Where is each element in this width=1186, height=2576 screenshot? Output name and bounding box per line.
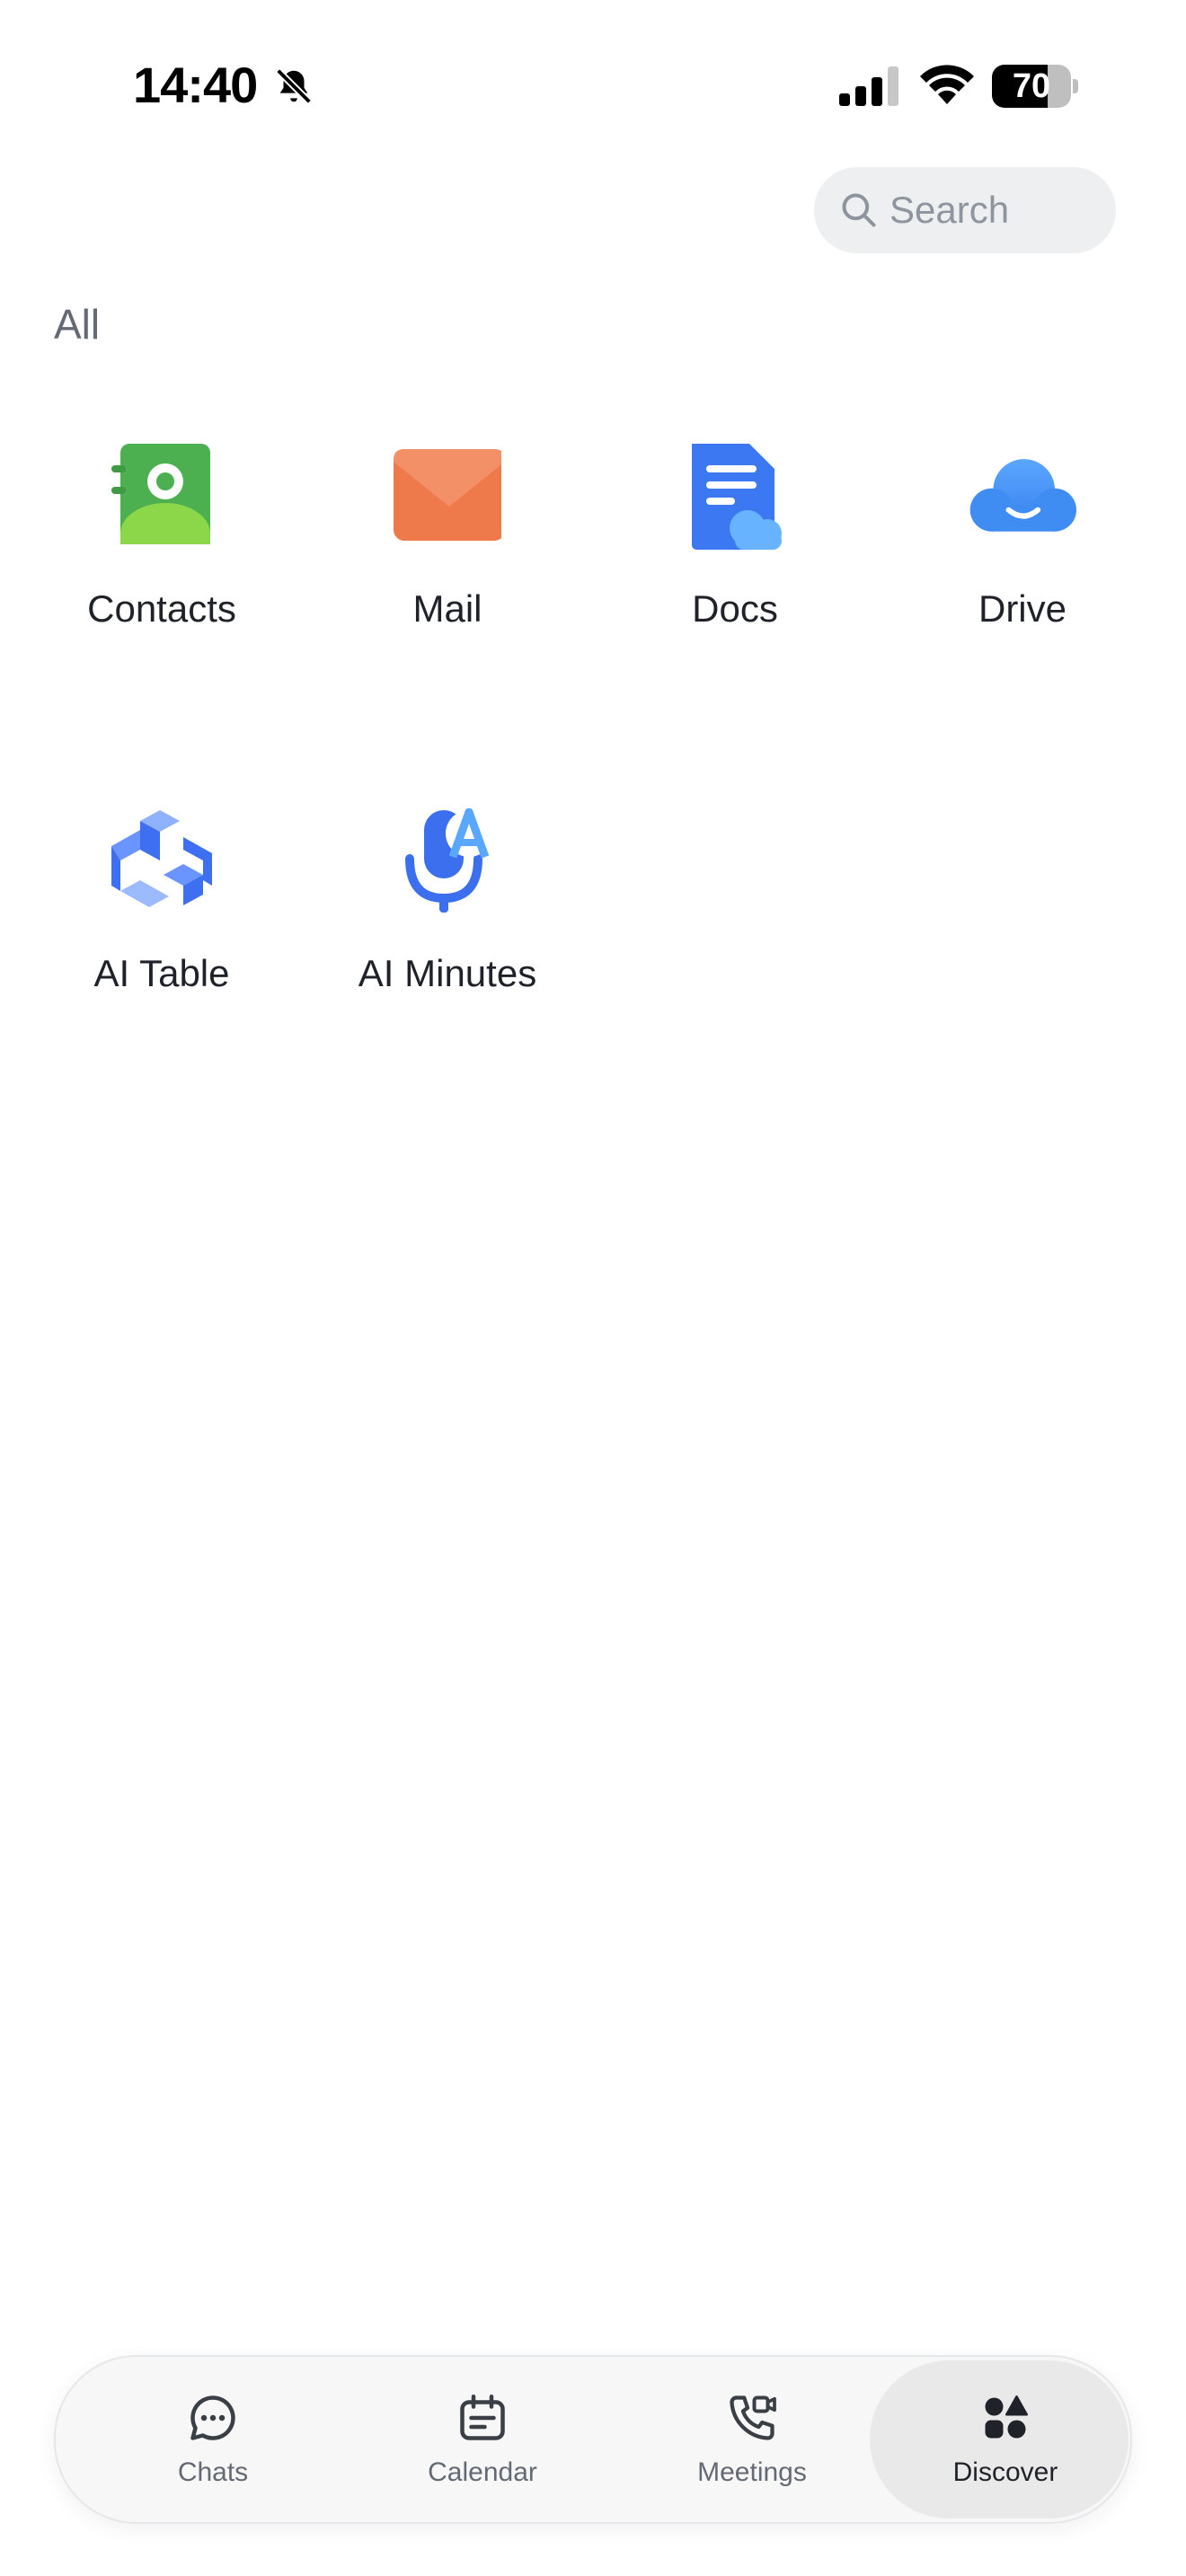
cellular-signal-icon — [839, 66, 898, 106]
battery-level: 70 — [1012, 67, 1051, 105]
app-label: Docs — [692, 587, 778, 630]
tab-meetings[interactable]: Meetings — [622, 2357, 882, 2522]
tab-label: Chats — [177, 2457, 249, 2487]
bottom-tab-bar: Chats Calendar Meetings Discover — [54, 2355, 1132, 2524]
shapes-icon — [985, 2395, 1028, 2439]
section-title: All — [54, 301, 101, 348]
app-ai-table[interactable]: AI Table — [18, 808, 305, 1042]
app-docs[interactable]: Docs — [591, 444, 879, 677]
app-label: Mail — [412, 587, 482, 630]
ai-minutes-icon — [405, 808, 492, 913]
chat-bubble-icon — [190, 2395, 235, 2440]
ai-table-icon — [111, 810, 212, 907]
mail-icon — [394, 449, 501, 541]
app-drive[interactable]: Drive — [879, 444, 1166, 677]
app-label: AI Minutes — [358, 952, 537, 994]
tab-label: Calendar — [428, 2457, 537, 2487]
app-mail[interactable]: Mail — [304, 444, 591, 677]
search-icon — [842, 193, 876, 227]
app-label: AI Table — [93, 952, 230, 994]
calendar-icon — [460, 2395, 505, 2440]
status-bar: 14:40 70 — [0, 0, 1186, 171]
tab-discover[interactable]: Discover — [870, 2357, 1136, 2522]
video-phone-icon — [730, 2395, 776, 2440]
search-input[interactable] — [890, 167, 1096, 253]
drive-icon — [969, 459, 1076, 532]
app-label: Contacts — [87, 587, 236, 630]
tab-label: Meetings — [697, 2457, 807, 2487]
tab-calendar[interactable]: Calendar — [352, 2357, 613, 2522]
status-time: 14:40 — [133, 57, 258, 113]
app-ai-minutes[interactable]: AI Minutes — [304, 808, 591, 1042]
search-bar[interactable] — [814, 167, 1116, 253]
app-label: Drive — [978, 587, 1067, 630]
tab-label: Discover — [952, 2457, 1058, 2487]
app-contacts[interactable]: Contacts — [18, 444, 305, 677]
battery-indicator: 70 — [992, 65, 1078, 108]
bell-muted-icon — [276, 68, 312, 104]
docs-icon — [692, 444, 782, 550]
contacts-icon — [111, 444, 210, 544]
tab-chats[interactable]: Chats — [83, 2357, 343, 2522]
wifi-icon — [920, 65, 974, 104]
